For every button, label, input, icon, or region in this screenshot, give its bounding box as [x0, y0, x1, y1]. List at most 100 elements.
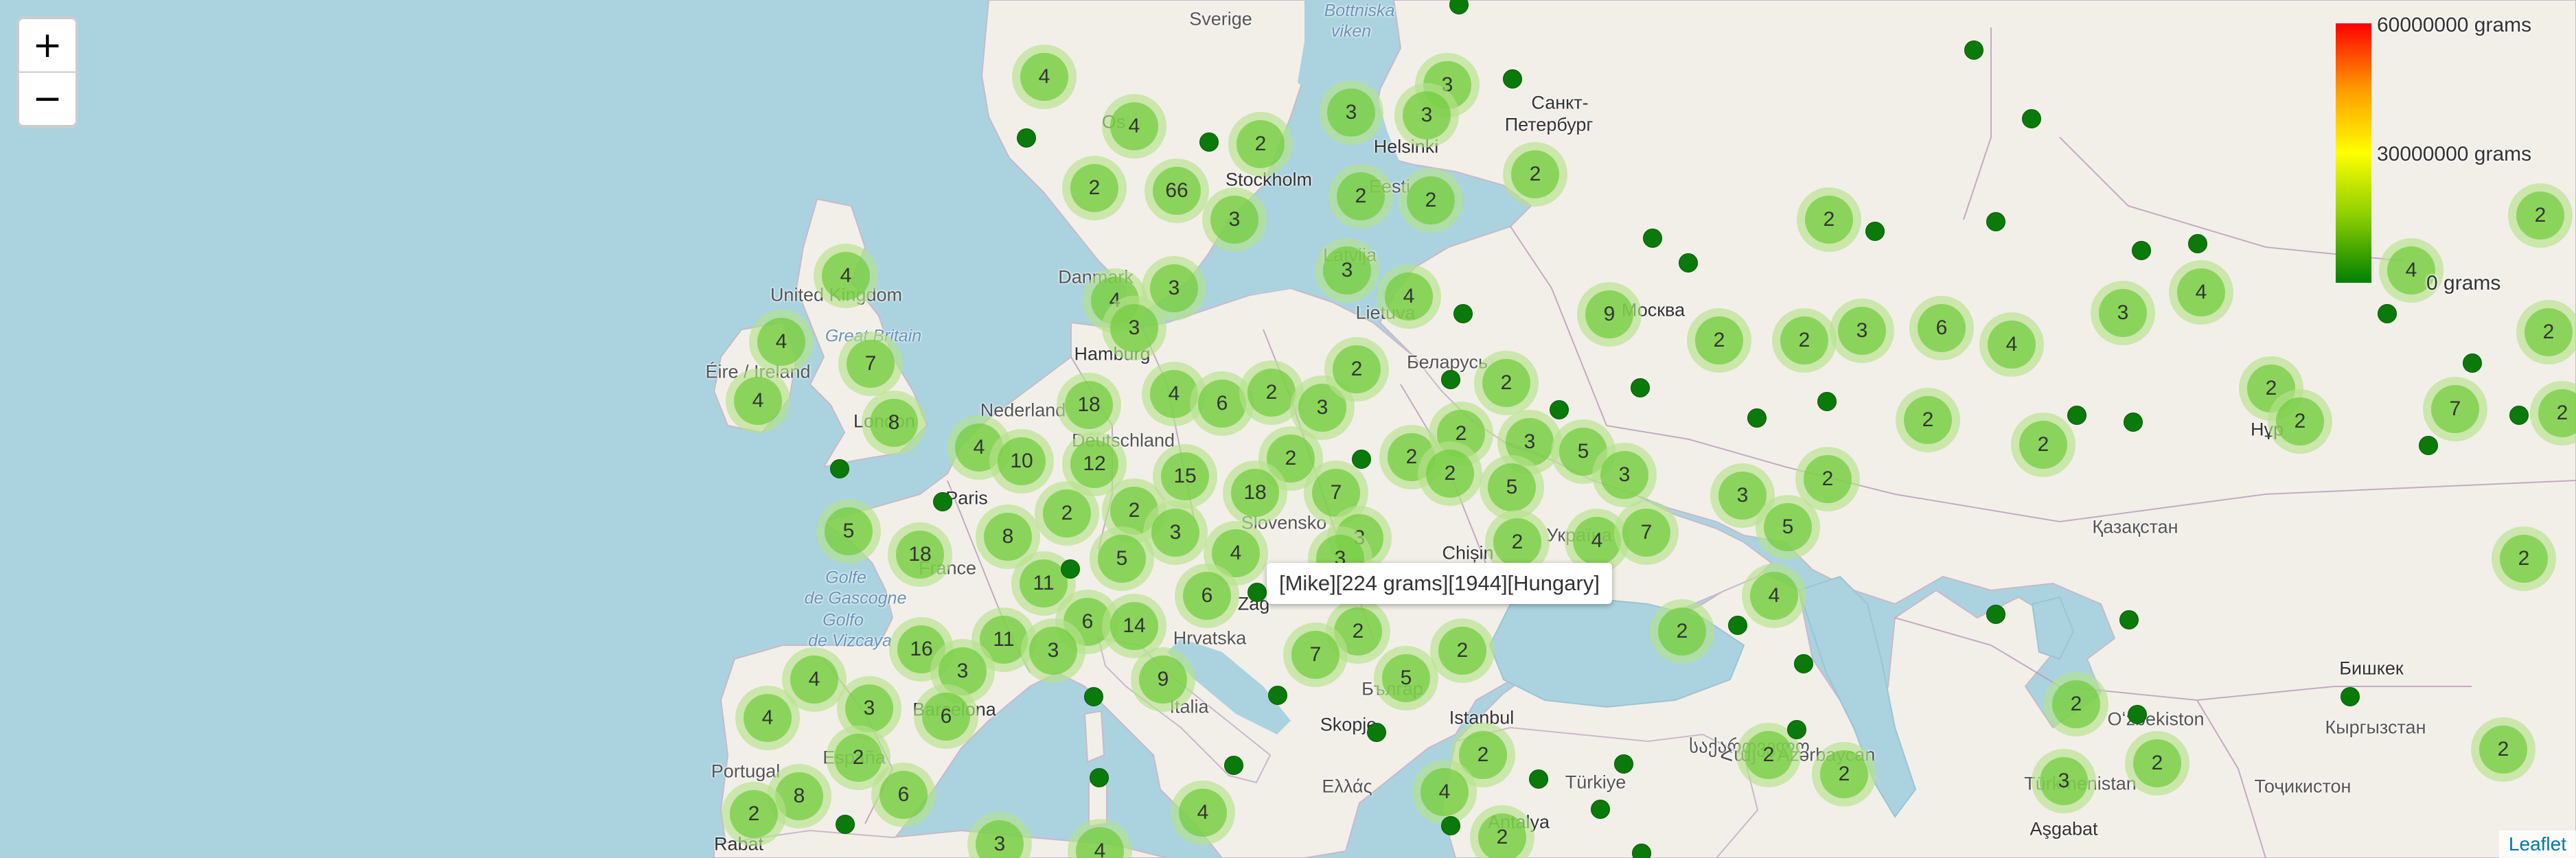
map-marker[interactable]: [2022, 109, 2041, 128]
marker-cluster[interactable]: 2: [2471, 717, 2535, 782]
marker-cluster[interactable]: 7: [1614, 500, 1679, 565]
marker-cluster[interactable]: 3: [2032, 749, 2096, 813]
map-marker[interactable]: [1591, 800, 1610, 819]
marker-cluster[interactable]: 4: [1742, 564, 1806, 628]
marker-cluster[interactable]: 7: [2423, 377, 2487, 441]
map-marker[interactable]: [1631, 378, 1650, 397]
marker-cluster[interactable]: 66: [1145, 159, 1209, 223]
marker-cluster[interactable]: 9: [1131, 647, 1195, 712]
zoom-out-button[interactable]: −: [19, 71, 76, 125]
marker-cluster[interactable]: 2: [1772, 308, 1837, 373]
marker-cluster[interactable]: 4: [1102, 94, 1166, 159]
marker-cluster[interactable]: 4: [2169, 260, 2233, 325]
map-marker[interactable]: [1817, 392, 1837, 411]
map-marker[interactable]: [1728, 616, 1747, 635]
marker-cluster[interactable]: 4: [726, 369, 790, 433]
marker-cluster[interactable]: 2: [1399, 168, 1463, 233]
map-marker[interactable]: [2463, 353, 2482, 373]
marker-cluster[interactable]: 9: [1577, 282, 1642, 347]
marker-cluster[interactable]: 6: [871, 763, 936, 827]
marker-cluster[interactable]: 6: [1175, 564, 1239, 628]
map-marker[interactable]: [1441, 816, 1460, 835]
map-marker[interactable]: [1352, 450, 1371, 469]
marker-cluster[interactable]: 4: [1377, 264, 1441, 329]
marker-cluster[interactable]: 2: [1418, 441, 1482, 506]
map-marker[interactable]: [1268, 686, 1287, 705]
marker-cluster[interactable]: 4: [735, 686, 800, 750]
map-marker[interactable]: [1964, 40, 1983, 60]
map-marker[interactable]: [1084, 687, 1103, 706]
marker-cluster[interactable]: 2: [1797, 187, 1861, 252]
marker-cluster[interactable]: 5: [1090, 526, 1154, 591]
map-marker[interactable]: [1503, 69, 1522, 89]
marker-cluster[interactable]: 4: [749, 310, 814, 374]
marker-cluster[interactable]: 2: [1503, 142, 1567, 207]
marker-cluster[interactable]: 5: [1756, 495, 1820, 559]
marker-cluster[interactable]: 3: [1830, 299, 1894, 363]
marker-cluster[interactable]: 18: [1223, 461, 1287, 525]
marker-cluster[interactable]: 2: [722, 782, 786, 846]
map-marker[interactable]: [1632, 844, 1651, 858]
marker-cluster[interactable]: 3: [1592, 443, 1657, 507]
map-marker[interactable]: [1986, 212, 2005, 231]
map-marker[interactable]: [2188, 234, 2207, 253]
map-marker[interactable]: [1679, 253, 1698, 273]
marker-cluster[interactable]: 2: [1228, 112, 1293, 176]
map-marker[interactable]: [2128, 705, 2147, 724]
marker-cluster[interactable]: 2: [2492, 526, 2556, 591]
marker-cluster[interactable]: 2: [1687, 308, 1751, 373]
map-marker[interactable]: [2124, 413, 2143, 432]
map-marker[interactable]: [2509, 406, 2529, 425]
marker-cluster[interactable]: 3: [2091, 281, 2155, 345]
map-container[interactable]: Sverige Bottniska viken Санкт- Петербург Hels…: [0, 0, 2576, 858]
map-marker[interactable]: [1090, 768, 1109, 787]
marker-cluster[interactable]: 2: [2508, 183, 2573, 248]
map-marker[interactable]: [1986, 605, 2005, 624]
marker-cluster[interactable]: 4: [1412, 760, 1477, 824]
map-marker[interactable]: [1453, 304, 1473, 323]
map-marker[interactable]: [1550, 400, 1569, 419]
marker-cluster[interactable]: 4: [1012, 45, 1077, 109]
marker-cluster[interactable]: 2: [1035, 481, 1099, 546]
marker-cluster[interactable]: 4: [814, 244, 878, 308]
marker-cluster[interactable]: 3: [1394, 83, 1459, 148]
map-marker[interactable]: [1247, 583, 1267, 602]
marker-cluster[interactable]: 3: [1202, 187, 1267, 252]
marker-cluster[interactable]: 2: [1329, 164, 1393, 229]
marker-cluster[interactable]: 2: [1896, 388, 1960, 452]
marker-cluster[interactable]: 3: [1021, 618, 1085, 683]
marker-cluster[interactable]: 18: [888, 522, 952, 587]
map-marker[interactable]: [2419, 436, 2438, 455]
marker-cluster[interactable]: 2: [2011, 413, 2075, 477]
marker-cluster[interactable]: 5: [1374, 646, 1438, 710]
marker-cluster[interactable]: 7: [838, 332, 903, 396]
marker-cluster[interactable]: 3: [1319, 80, 1383, 145]
marker-cluster[interactable]: 8: [862, 391, 926, 455]
attribution-link[interactable]: Leaflet: [2498, 831, 2576, 858]
marker-cluster[interactable]: 2: [1062, 156, 1127, 220]
marker-cluster[interactable]: 2: [2044, 672, 2108, 737]
map-marker[interactable]: [2067, 406, 2086, 425]
marker-cluster[interactable]: 3: [1315, 238, 1379, 303]
map-marker[interactable]: [1441, 370, 1460, 389]
map-marker[interactable]: [830, 459, 849, 478]
zoom-in-button[interactable]: +: [19, 19, 76, 71]
marker-cluster[interactable]: 2: [1650, 599, 1714, 664]
map-marker[interactable]: [1224, 756, 1243, 775]
map-marker[interactable]: [933, 492, 952, 511]
map-marker[interactable]: [2132, 241, 2151, 260]
map-marker[interactable]: [1643, 229, 1662, 248]
marker-cluster[interactable]: 2: [2125, 731, 2189, 796]
marker-cluster[interactable]: 7: [1283, 623, 1348, 687]
marker-cluster[interactable]: 2: [1812, 742, 1876, 807]
marker-cluster[interactable]: 4: [1171, 780, 1235, 845]
map-marker[interactable]: [2119, 610, 2139, 629]
map-marker[interactable]: [1614, 754, 1633, 774]
marker-cluster[interactable]: 10: [989, 429, 1054, 494]
map-marker[interactable]: [1787, 720, 1806, 739]
map-marker[interactable]: [1367, 723, 1386, 742]
map-marker[interactable]: [1199, 132, 1219, 152]
map-marker[interactable]: [1061, 559, 1080, 579]
marker-cluster[interactable]: 5: [816, 499, 881, 564]
map-marker[interactable]: [2378, 304, 2397, 323]
